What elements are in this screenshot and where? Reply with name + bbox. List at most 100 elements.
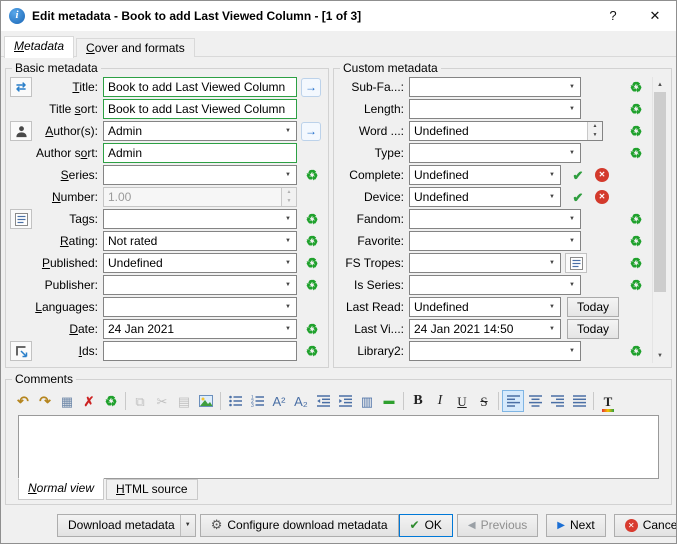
clear-is-series-button[interactable]: ♻	[625, 275, 647, 295]
complete-combobox[interactable]: Undefined ▼	[409, 165, 561, 185]
redo-button[interactable]: ↷	[34, 390, 56, 412]
title-sort-input[interactable]	[103, 99, 297, 119]
rating-combobox[interactable]: Not rated ▼	[103, 231, 297, 251]
clear-series-button[interactable]: ♻	[301, 165, 323, 185]
languages-combobox[interactable]: ▼	[103, 297, 297, 317]
tags-editor-button[interactable]	[10, 209, 32, 229]
clear-fandom-button[interactable]: ♻	[625, 209, 647, 229]
edit-fs-tropes-button[interactable]	[565, 253, 587, 273]
clear-type-button[interactable]: ♻	[625, 143, 647, 163]
comments-editor[interactable]	[18, 415, 659, 479]
clear-library2-button[interactable]: ♻	[625, 341, 647, 361]
complete-set-no-button[interactable]: ✕	[591, 165, 613, 185]
last-viewed-today-button[interactable]: Today	[567, 319, 620, 339]
series-combobox[interactable]: ▼	[103, 165, 297, 185]
last-read-date-picker[interactable]: Undefined ▼	[409, 297, 561, 317]
underline-button[interactable]: U	[451, 390, 473, 412]
clear-tags-button[interactable]: ♻	[301, 209, 323, 229]
title-input[interactable]	[103, 77, 297, 97]
fs-tropes-combobox[interactable]: ▼	[409, 253, 561, 273]
align-left-button[interactable]	[502, 390, 524, 412]
clear-publisher-button[interactable]: ♻	[301, 275, 323, 295]
bold-button[interactable]: B	[407, 390, 429, 412]
auto-author-sort-button[interactable]: →	[301, 121, 321, 141]
clear-word-count-button[interactable]: ♻	[625, 121, 647, 141]
last-read-today-button[interactable]: Today	[567, 297, 620, 317]
insert-image-button[interactable]	[195, 390, 217, 412]
complete-set-yes-button[interactable]: ✔	[567, 165, 589, 185]
chevron-down-icon[interactable]: ▼	[179, 514, 195, 536]
configure-download-metadata-button[interactable]: ⚙ Configure download metadata	[199, 513, 399, 537]
author-sort-input[interactable]	[103, 143, 297, 163]
help-button[interactable]: ?	[592, 1, 634, 31]
manage-authors-button[interactable]	[10, 121, 32, 141]
text-color-button[interactable]: T	[597, 390, 619, 412]
tags-combobox[interactable]: ▼	[103, 209, 297, 229]
spin-down-icon[interactable]: ▼	[588, 131, 602, 140]
ok-button[interactable]: ✔ OK	[398, 513, 453, 537]
clear-fs-tropes-button[interactable]: ♻	[625, 253, 647, 273]
clear-published-button[interactable]: ♻	[301, 253, 323, 273]
series-number-spinner[interactable]: 1.00 ▲ ▼	[103, 187, 297, 207]
spin-up-icon[interactable]: ▲	[588, 122, 602, 131]
tab-html-source[interactable]: HTML source	[106, 479, 198, 500]
clear-ids-button[interactable]: ♻	[301, 341, 323, 361]
device-combobox[interactable]: Undefined ▼	[409, 187, 561, 207]
type-combobox[interactable]: ▼	[409, 143, 581, 163]
outdent-button[interactable]	[312, 390, 334, 412]
paste-identifier-button[interactable]	[10, 341, 32, 361]
clear-length-button[interactable]: ♻	[625, 99, 647, 119]
subscript-button[interactable]: A₂	[290, 390, 312, 412]
published-date-picker[interactable]: Undefined ▼	[103, 253, 297, 273]
date-picker[interactable]: 24 Jan 2021 ▼	[103, 319, 297, 339]
tab-cover-and-formats[interactable]: Cover and formats	[76, 38, 195, 57]
library2-combobox[interactable]: ▼	[409, 341, 581, 361]
align-justify-button[interactable]	[568, 390, 590, 412]
close-button[interactable]: ✕	[634, 1, 676, 31]
select-all-button[interactable]: ▦	[56, 390, 78, 412]
align-center-button[interactable]	[524, 390, 546, 412]
authors-combobox[interactable]: Admin ▼	[103, 121, 297, 141]
auto-title-sort-button[interactable]: →	[301, 77, 321, 97]
tab-normal-view[interactable]: Normal view	[18, 478, 105, 500]
last-viewed-date-picker[interactable]: 24 Jan 2021 14:50 ▼	[409, 319, 561, 339]
device-set-no-button[interactable]: ✕	[591, 187, 613, 207]
sub-fandom-combobox[interactable]: ▼	[409, 77, 581, 97]
clear-sub-fandom-button[interactable]: ♻	[625, 77, 647, 97]
spin-down-icon[interactable]: ▼	[282, 197, 296, 206]
word-count-spinner[interactable]: Undefined ▲ ▼	[409, 121, 603, 141]
bullet-list-button[interactable]	[224, 390, 246, 412]
device-set-yes-button[interactable]: ✔	[567, 187, 589, 207]
scroll-up-icon[interactable]: ▲	[653, 77, 667, 92]
scrollbar-thumb[interactable]	[654, 92, 666, 292]
previous-button[interactable]: ◀ Previous	[456, 513, 539, 537]
insert-hr-button[interactable]: ▬	[378, 390, 400, 412]
paste-button[interactable]: ▤	[173, 390, 195, 412]
tab-metadata[interactable]: Metadata	[4, 36, 75, 58]
undo-button[interactable]: ↶	[12, 390, 34, 412]
is-series-combobox[interactable]: ▼	[409, 275, 581, 295]
scroll-down-icon[interactable]: ▼	[653, 348, 667, 363]
cut-button[interactable]: ✂	[151, 390, 173, 412]
clear-comments-button[interactable]: ♻	[100, 390, 122, 412]
next-button[interactable]: ▶ Next	[546, 513, 606, 537]
clear-favorite-button[interactable]: ♻	[625, 231, 647, 251]
ids-input[interactable]	[103, 341, 297, 361]
indent-button[interactable]	[334, 390, 356, 412]
clear-rating-button[interactable]: ♻	[301, 231, 323, 251]
favorite-combobox[interactable]: ▼	[409, 231, 581, 251]
superscript-button[interactable]: A²	[268, 390, 290, 412]
copy-button[interactable]: ⧉	[129, 390, 151, 412]
insert-table-button[interactable]: ▥	[356, 390, 378, 412]
cancel-button[interactable]: ✕ Cancel	[613, 513, 676, 537]
align-right-button[interactable]	[546, 390, 568, 412]
remove-formatting-button[interactable]: ✗	[78, 390, 100, 412]
publisher-combobox[interactable]: ▼	[103, 275, 297, 295]
spin-up-icon[interactable]: ▲	[282, 188, 296, 197]
ordered-list-button[interactable]: 123	[246, 390, 268, 412]
strikethrough-button[interactable]: S	[473, 390, 495, 412]
download-metadata-button[interactable]: Download metadata ▼	[57, 513, 196, 537]
custom-metadata-scrollbar[interactable]: ▲ ▼	[652, 77, 667, 363]
italic-button[interactable]: I	[429, 390, 451, 412]
clear-date-button[interactable]: ♻	[301, 319, 323, 339]
